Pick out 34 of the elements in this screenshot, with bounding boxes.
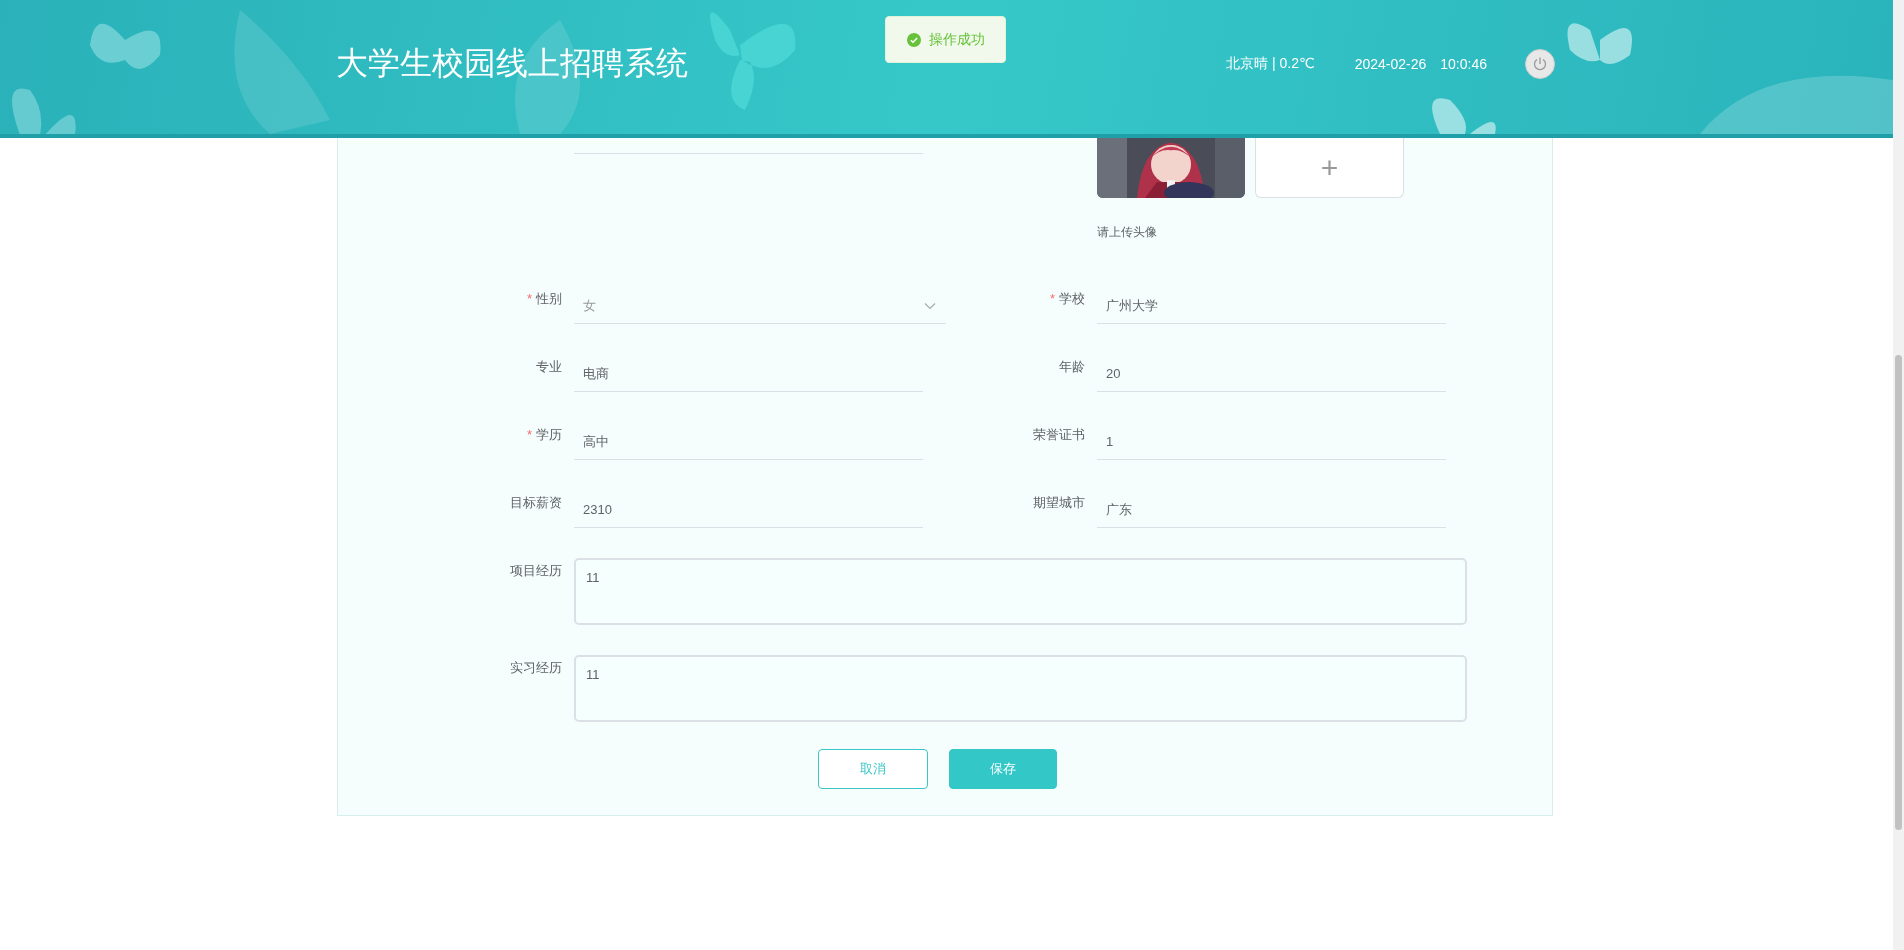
avatar-hint: 请上传头像 [1097,224,1157,241]
field-label: 实习经历 [509,659,563,677]
weather-text: 北京晴 | 0.2℃ [1226,55,1315,73]
time-text: 10:0:46 [1440,56,1487,72]
field-label: 目标薪资 [510,495,562,510]
power-icon [1532,56,1548,72]
chevron-down-icon [924,301,936,310]
plus-icon: + [1320,150,1339,185]
scrollbar-thumb[interactable] [1895,355,1902,830]
input-field[interactable]: 高中 [574,424,923,460]
field-label: 学历 [536,427,562,442]
input-field[interactable]: 1 [1097,424,1446,460]
input-field[interactable]: 广州大学 [1097,288,1446,324]
required-mark: * [526,291,532,306]
date-text: 2024-02-26 [1354,56,1427,72]
check-circle-icon [906,32,921,47]
toast-message: 操作成功 [928,30,985,49]
logout-button[interactable] [1525,49,1555,79]
input-field[interactable]: 电商 [574,356,923,392]
text-area[interactable]: 11 [574,558,1467,625]
field-label: 专业 [536,359,562,374]
input-field[interactable]: 2310 [574,492,923,528]
field-label: 项目经历 [509,562,563,580]
field-label: 荣誉证书 [1033,427,1085,442]
text-area[interactable]: 11 [574,655,1467,722]
required-mark: * [1049,291,1055,306]
field-label: 性别 [536,291,562,306]
field-label: 期望城市 [1033,495,1085,510]
required-mark: * [526,427,532,442]
field-label: 学校 [1059,291,1085,306]
input-field[interactable]: 广东 [1097,492,1446,528]
field-label: 年龄 [1059,359,1085,374]
site-title: 大学生校园线上招聘系统 [336,44,688,83]
input-field[interactable]: 20 [1097,356,1446,392]
